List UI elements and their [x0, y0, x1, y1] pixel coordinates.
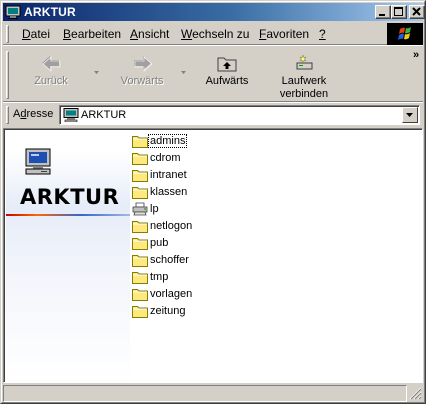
address-bar-grip[interactable] [6, 106, 9, 124]
map-network-drive-icon [296, 55, 313, 70]
windows-logo [387, 23, 423, 45]
address-label-accel: d [20, 108, 27, 120]
forward-dropdown-icon[interactable] [181, 71, 186, 74]
menu-bar: Datei Bearbeiten Ansicht Wechseln zu Fav… [3, 23, 423, 46]
close-icon [412, 7, 421, 16]
chevron-down-icon [406, 113, 413, 117]
printer-icon [132, 202, 148, 216]
toolbar-grip[interactable] [6, 51, 9, 99]
folder-window-icon [5, 5, 21, 19]
folder-view[interactable]: ARKTUR admins cdrom intranet klassen lp … [3, 128, 423, 383]
menu-ansicht-rest: nsicht [138, 27, 170, 41]
file-name: tmp [150, 271, 169, 283]
forward-label: Vorwärts [120, 75, 164, 87]
menu-bearbeiten[interactable]: Bearbeiten [63, 27, 121, 41]
menu-help[interactable]: ? [319, 27, 326, 41]
forward-arrow-icon [134, 56, 153, 72]
address-input[interactable]: ARKTUR [59, 105, 420, 125]
windows-flag-icon [398, 27, 411, 40]
menu-wechseln-zu-rest: echseln zu [192, 27, 250, 41]
file-name: klassen [150, 186, 188, 198]
webview-info-panel: ARKTUR [6, 131, 130, 381]
list-item[interactable]: vorlagen [132, 287, 272, 303]
back-arrow-icon [42, 56, 61, 72]
menu-bearbeiten-rest: earbeiten [71, 27, 122, 41]
list-item[interactable]: tmp [132, 270, 272, 286]
list-item[interactable]: lp [132, 202, 272, 218]
folder-icon [132, 170, 148, 182]
list-item[interactable]: admins [132, 134, 272, 150]
computer-icon [63, 108, 79, 122]
folder-icon [132, 136, 148, 148]
map-drive-label-2: verbinden [279, 88, 329, 100]
status-bar [3, 385, 423, 402]
list-item[interactable]: cdrom [132, 151, 272, 167]
maximize-button[interactable] [391, 5, 407, 19]
back-dropdown-icon[interactable] [94, 71, 99, 74]
list-item[interactable]: pub [132, 236, 272, 252]
toolbar-more-chevron[interactable]: » [413, 49, 419, 61]
menu-ansicht[interactable]: Ansicht [130, 27, 169, 41]
minimize-button[interactable] [375, 5, 391, 19]
folder-icon [132, 272, 148, 284]
title-bar[interactable]: ARKTUR [3, 3, 425, 21]
maximize-icon [394, 7, 403, 16]
map-drive-button[interactable]: Laufwerk verbinden [269, 51, 339, 100]
address-bar: Adresse ARKTUR [3, 104, 423, 126]
resize-grip-icon[interactable] [409, 387, 422, 400]
folder-icon [132, 153, 148, 165]
explorer-window: ARKTUR Datei Bearbeiten Ansicht Wechseln… [0, 0, 426, 404]
folder-icon [132, 238, 148, 250]
folder-icon [132, 187, 148, 199]
list-item[interactable]: zeitung [132, 304, 272, 320]
minimize-icon [379, 14, 385, 16]
list-item[interactable]: schoffer [132, 253, 272, 269]
up-label: Aufwärts [205, 75, 249, 87]
menu-bar-grip[interactable] [6, 25, 9, 43]
list-item[interactable]: klassen [132, 185, 272, 201]
folder-icon [132, 221, 148, 233]
folder-up-icon [217, 57, 237, 72]
toolbar-separator [3, 101, 423, 103]
folder-icon [132, 255, 148, 267]
folder-icon [132, 289, 148, 301]
forward-button[interactable]: Vorwärts [111, 51, 173, 99]
file-name: zeitung [150, 305, 186, 317]
standard-toolbar: Zurück Vorwärts Aufwärts Laufwerk verbin… [3, 47, 423, 101]
file-name: netlogon [150, 220, 193, 232]
webview-divider [6, 214, 130, 216]
webview-title: ARKTUR [20, 185, 120, 209]
menu-favoriten[interactable]: Favoriten [259, 27, 309, 41]
close-button[interactable] [409, 5, 425, 19]
file-name: admins [147, 134, 188, 148]
computer-large-icon [25, 148, 51, 175]
file-name: schoffer [150, 254, 189, 266]
list-item[interactable]: netlogon [132, 219, 272, 235]
file-name: lp [150, 203, 159, 215]
map-drive-label-1: Laufwerk [281, 75, 327, 87]
file-name: intranet [150, 169, 187, 181]
file-name: pub [150, 237, 169, 249]
window-title: ARKTUR [24, 5, 76, 19]
menu-datei[interactable]: Datei [22, 27, 50, 41]
file-name: cdrom [150, 152, 181, 164]
menu-datei-rest: atei [30, 27, 51, 41]
folder-icon [132, 306, 148, 318]
address-label: Adresse [13, 108, 54, 120]
address-value: ARKTUR [81, 109, 127, 121]
list-item[interactable]: intranet [132, 168, 272, 184]
menu-favoriten-rest: avoriten [266, 27, 310, 41]
address-dropdown-button[interactable] [402, 107, 418, 123]
up-button[interactable]: Aufwärts [199, 51, 255, 99]
menu-wechseln-zu[interactable]: Wechseln zu [181, 27, 249, 41]
back-button[interactable]: Zurück [25, 51, 77, 99]
back-label: Zurück [34, 75, 68, 87]
file-name: vorlagen [150, 288, 193, 300]
status-pane [3, 385, 407, 402]
